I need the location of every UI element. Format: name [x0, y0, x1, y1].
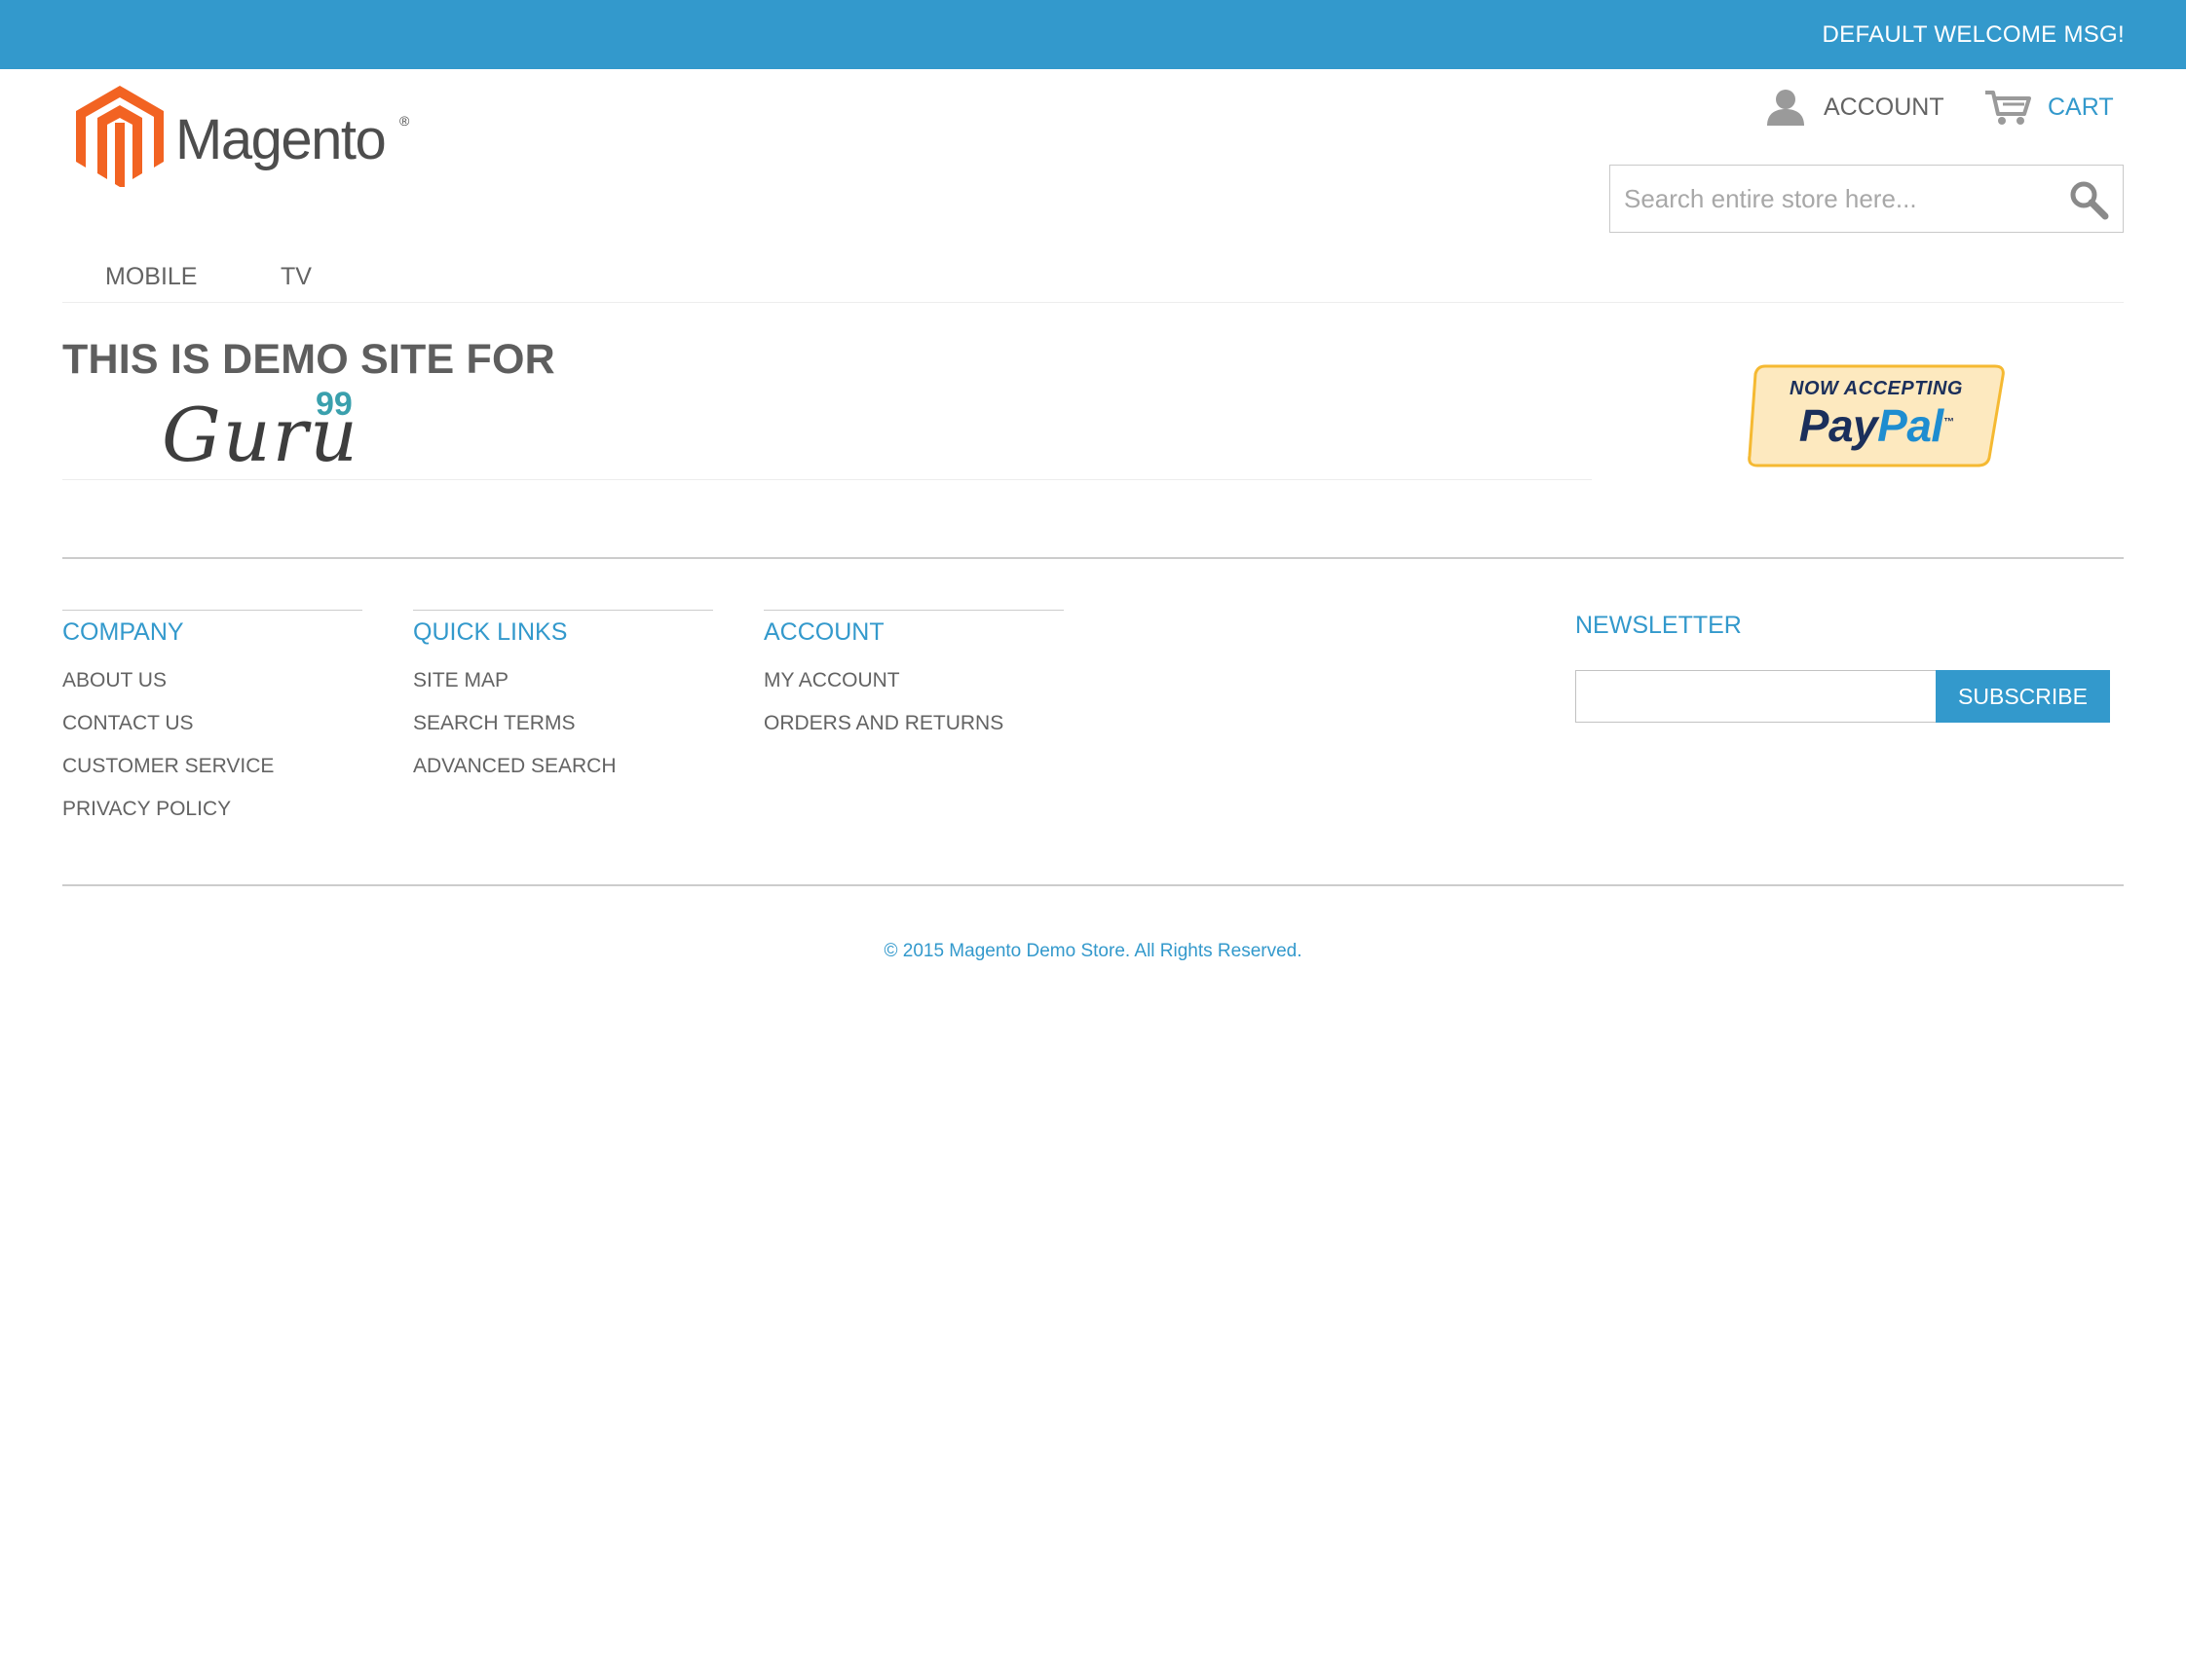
footer-link-about-us[interactable]: ABOUT US	[62, 666, 362, 709]
logo-registered-mark: ®	[399, 113, 410, 129]
store-logo[interactable]: Magento ®	[76, 86, 427, 187]
footer-column-quick-links: QUICK LINKS SITE MAP SEARCH TERMS ADVANC…	[413, 610, 713, 795]
newsletter-email-input[interactable]	[1575, 670, 1938, 723]
paypal-wordmark: PayPal™	[1744, 399, 2009, 452]
nav-item-tv[interactable]: TV	[281, 263, 312, 291]
subscribe-button[interactable]: SUBSCRIBE	[1936, 670, 2110, 723]
column-divider	[413, 610, 713, 611]
guru-superscript: 99	[316, 386, 353, 423]
search-icon[interactable]	[2068, 179, 2109, 220]
footer-link-my-account[interactable]: MY ACCOUNT	[764, 666, 1064, 709]
column-title: COMPANY	[62, 618, 184, 646]
hero-divider	[62, 479, 1592, 480]
cart-icon	[1985, 91, 2031, 125]
logo-wordmark: Magento	[175, 108, 387, 171]
footer-column-account: ACCOUNT MY ACCOUNT ORDERS AND RETURNS	[764, 610, 1064, 752]
paypal-pay: Pay	[1798, 400, 1878, 451]
cart-link[interactable]: CART	[1983, 86, 2114, 129]
footer-column-company: COMPANY ABOUT US CONTACT US CUSTOMER SER…	[62, 610, 362, 838]
account-link[interactable]: ACCOUNT	[1765, 86, 1944, 129]
footer-link-contact-us[interactable]: CONTACT US	[62, 709, 362, 752]
nav-item-mobile[interactable]: MOBILE	[105, 263, 197, 291]
magento-logo-icon	[76, 86, 164, 187]
footer-top-rule	[62, 557, 2124, 559]
copyright-notice: © 2015 Magento Demo Store. All Rights Re…	[884, 941, 1302, 961]
account-label: ACCOUNT	[1824, 93, 1944, 121]
search-input[interactable]	[1610, 166, 2039, 232]
search-form	[1609, 165, 2124, 233]
guru99-logo: Guru 99	[160, 386, 364, 478]
footer-link-search-terms[interactable]: SEARCH TERMS	[413, 709, 713, 752]
footer-link-orders-and-returns[interactable]: ORDERS AND RETURNS	[764, 709, 1064, 752]
footer-link-customer-service[interactable]: CUSTOMER SERVICE	[62, 752, 362, 795]
footer-bottom-rule	[62, 884, 2124, 886]
paypal-pal: Pal	[1877, 400, 1943, 451]
welcome-message: DEFAULT WELCOME MSG!	[1822, 21, 2125, 48]
footer-link-privacy-policy[interactable]: PRIVACY POLICY	[62, 795, 362, 838]
main-navigation: MOBILE TV	[62, 255, 2124, 303]
user-icon	[1767, 90, 1804, 126]
newsletter-title: NEWSLETTER	[1575, 612, 1742, 639]
top-bar: DEFAULT WELCOME MSG!	[0, 0, 2186, 69]
paypal-badge: NOW ACCEPTING PayPal™	[1744, 360, 2009, 469]
column-divider	[62, 610, 362, 611]
paypal-now-accepting: NOW ACCEPTING	[1790, 378, 1963, 399]
paypal-trademark: ™	[1942, 416, 1954, 429]
column-title: QUICK LINKS	[413, 618, 568, 646]
cart-label: CART	[2048, 93, 2114, 121]
column-divider	[764, 610, 1064, 611]
footer-link-advanced-search[interactable]: ADVANCED SEARCH	[413, 752, 713, 795]
hero-title: THIS IS DEMO SITE FOR	[62, 336, 555, 383]
footer-link-site-map[interactable]: SITE MAP	[413, 666, 713, 709]
column-title: ACCOUNT	[764, 618, 885, 646]
